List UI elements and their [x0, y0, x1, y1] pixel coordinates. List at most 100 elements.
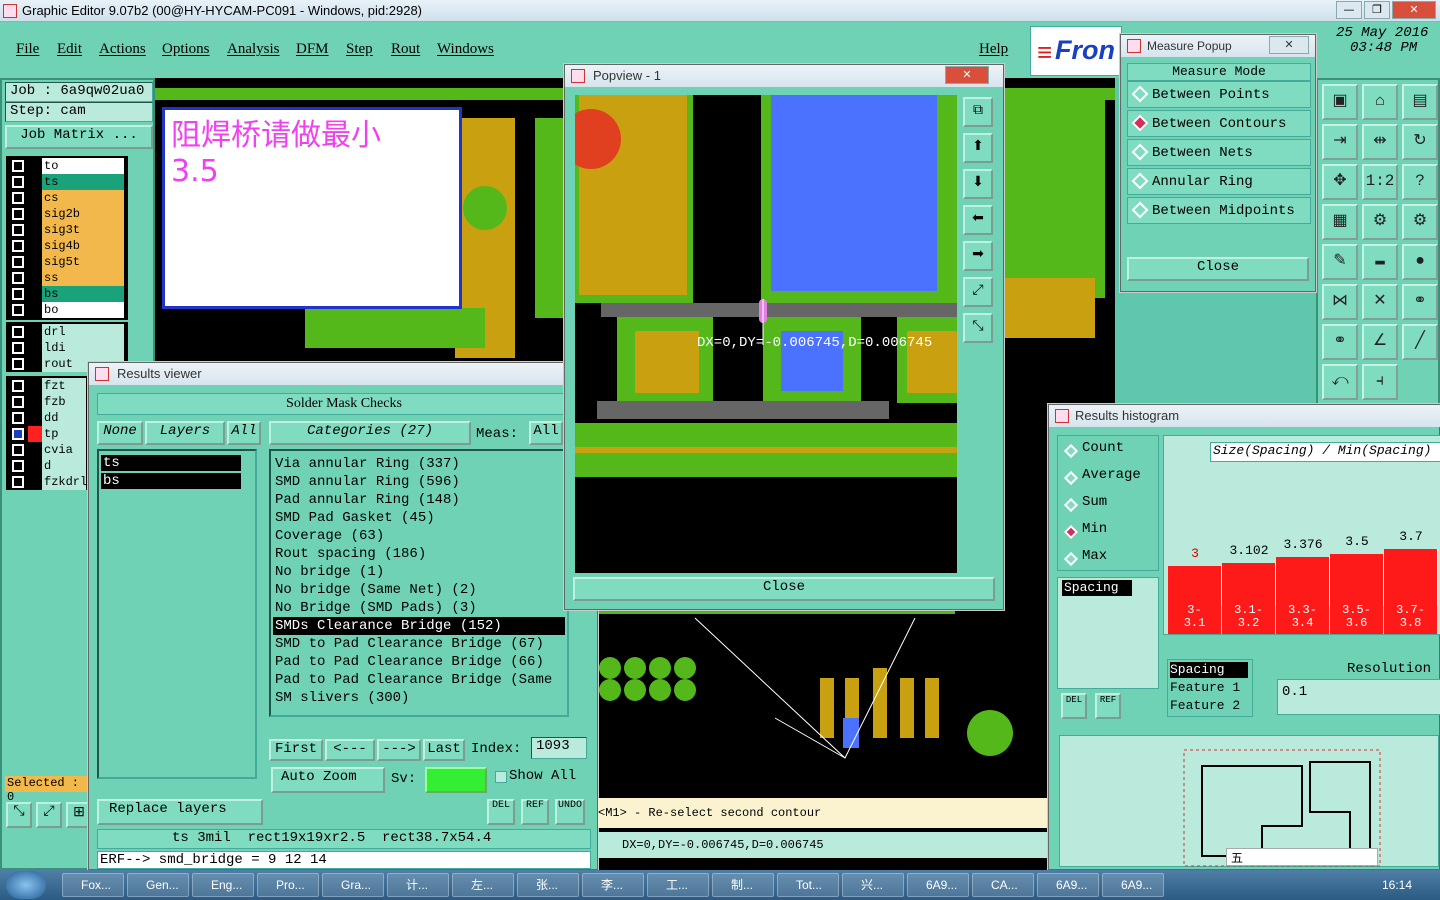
- layer-row-fzb[interactable]: fzb: [10, 394, 86, 410]
- sv-color-dropdown[interactable]: [425, 767, 487, 793]
- layer-row-fzt[interactable]: fzt: [10, 378, 86, 394]
- layer-row-fzkdrl[interactable]: fzkdrl: [10, 474, 87, 490]
- layer-checkbox[interactable]: [12, 192, 24, 204]
- category-item[interactable]: Pad to Pad Clearance Bridge (Same: [273, 671, 565, 689]
- snap-icon[interactable]: ⚙: [1362, 204, 1398, 240]
- move-icon[interactable]: ✥: [1322, 164, 1358, 200]
- layer-name[interactable]: tp: [42, 426, 86, 442]
- layer-checkbox[interactable]: [12, 476, 24, 488]
- snap2-icon[interactable]: ⚙: [1402, 204, 1438, 240]
- expand-icon[interactable]: ⤢: [963, 277, 993, 307]
- grid-icon[interactable]: ▦: [1322, 204, 1358, 240]
- menu-edit[interactable]: Edit: [57, 41, 82, 58]
- taskbar-item[interactable]: 6A9...: [1102, 873, 1164, 897]
- layer-checkbox[interactable]: [12, 412, 24, 424]
- shrink-icon[interactable]: ⤡: [963, 313, 993, 343]
- layer-row-drl[interactable]: drl: [10, 324, 124, 340]
- category-item[interactable]: SMDs Clearance Bridge (152): [273, 617, 565, 635]
- rotate-icon[interactable]: ↻: [1402, 124, 1438, 160]
- stat-option-count[interactable]: Count: [1082, 440, 1124, 456]
- categories-button[interactable]: Categories (27): [269, 421, 471, 445]
- radio-diamond-icon[interactable]: [1063, 470, 1079, 486]
- category-item[interactable]: Pad to Pad Clearance Bridge (66): [273, 653, 565, 671]
- layer-checkbox[interactable]: [12, 358, 24, 370]
- layer-row-to[interactable]: to: [10, 158, 124, 174]
- arc-icon[interactable]: ⤺: [1322, 364, 1358, 400]
- histogram-bar[interactable]: [1168, 566, 1222, 606]
- layer-result-item[interactable]: bs: [101, 473, 241, 489]
- layer-row-bs[interactable]: bs: [10, 286, 124, 302]
- first-button[interactable]: First: [269, 739, 323, 761]
- feature-list-item[interactable]: Feature 1: [1170, 680, 1240, 695]
- layer-checkbox[interactable]: [12, 240, 24, 252]
- feature-list-item[interactable]: Feature 2: [1170, 698, 1240, 713]
- popview-close-icon[interactable]: ✕: [945, 66, 989, 84]
- up-icon[interactable]: ⬆: [963, 133, 993, 163]
- layer-row-d[interactable]: d: [10, 458, 86, 474]
- dot-icon[interactable]: ●: [1402, 244, 1438, 280]
- cross-icon[interactable]: ✕: [1362, 284, 1398, 320]
- layer-row-bo[interactable]: bo: [10, 302, 124, 318]
- last-button[interactable]: Last: [423, 739, 465, 761]
- mirror-icon[interactable]: ⇹: [1362, 124, 1398, 160]
- show-all-checkbox[interactable]: [495, 771, 507, 783]
- layer-name[interactable]: ss: [42, 270, 124, 286]
- radio-diamond-icon[interactable]: [1063, 551, 1079, 567]
- layers-button[interactable]: Layers: [145, 421, 225, 445]
- menu-rout[interactable]: Rout: [391, 41, 420, 58]
- home-icon[interactable]: ⌂: [1362, 84, 1398, 120]
- net-icon[interactable]: ⋈: [1322, 284, 1358, 320]
- menu-actions[interactable]: Actions: [99, 41, 146, 58]
- layer-row-ldi[interactable]: ldi: [10, 340, 124, 356]
- line2-icon[interactable]: ╱: [1402, 324, 1438, 360]
- stat-option-min[interactable]: Min: [1082, 521, 1107, 537]
- menu-help[interactable]: Help: [979, 41, 1008, 58]
- layer-checkbox[interactable]: [12, 342, 24, 354]
- layer-name[interactable]: fzkdrl: [42, 474, 87, 490]
- menu-windows[interactable]: Windows: [437, 41, 494, 58]
- taskbar-item[interactable]: 张...: [517, 873, 579, 897]
- category-item[interactable]: No Bridge (SMD Pads) (3): [273, 599, 565, 617]
- measure-option[interactable]: Between Contours: [1127, 110, 1311, 137]
- popview-canvas[interactable]: DX=0,DY=-0.006745,D=0.006745: [561, 95, 961, 573]
- undo-button[interactable]: UNDO: [555, 799, 585, 825]
- layer-name[interactable]: sig5t: [42, 254, 124, 270]
- histogram-bar[interactable]: [1222, 563, 1276, 606]
- layer-checkbox[interactable]: [12, 288, 24, 300]
- replace-layers-dropdown[interactable]: Replace layers: [97, 799, 263, 825]
- radio-diamond-icon[interactable]: [1131, 201, 1149, 219]
- histogram-del-button[interactable]: DEL: [1061, 693, 1087, 719]
- start-button[interactable]: [6, 871, 46, 899]
- scale-icon[interactable]: 1:2: [1362, 164, 1398, 200]
- layer-checkbox[interactable]: [12, 396, 24, 408]
- category-item[interactable]: Coverage (63): [273, 527, 565, 545]
- layers-all-button[interactable]: All: [227, 421, 261, 445]
- layer-row-dd[interactable]: dd: [10, 410, 86, 426]
- category-item[interactable]: Pad annular Ring (148): [273, 491, 565, 509]
- layer-name[interactable]: fzt: [42, 378, 86, 394]
- link-icon[interactable]: ⚭: [1402, 284, 1438, 320]
- layer-name[interactable]: ts: [42, 174, 124, 190]
- taskbar-item[interactable]: 左...: [452, 873, 514, 897]
- layout-icon[interactable]: ▤: [1402, 84, 1438, 120]
- histogram-bar[interactable]: [1276, 557, 1330, 606]
- measure-option[interactable]: Between Nets: [1127, 139, 1311, 166]
- layer-name[interactable]: d: [42, 458, 86, 474]
- popview-close-button[interactable]: Close: [573, 577, 995, 601]
- prev-button[interactable]: <---: [325, 739, 375, 761]
- taskbar-item[interactable]: Tot...: [777, 873, 839, 897]
- split-icon[interactable]: ⫞: [1362, 364, 1398, 400]
- edit-icon[interactable]: ✎: [1322, 244, 1358, 280]
- taskbar-item[interactable]: 工...: [647, 873, 709, 897]
- meas-all-button[interactable]: All: [529, 421, 563, 445]
- measure-close-button[interactable]: Close: [1127, 257, 1309, 281]
- left-icon[interactable]: ⬅: [963, 205, 993, 235]
- save-icon[interactable]: ▣: [1322, 84, 1358, 120]
- index-input[interactable]: 1093: [531, 737, 587, 759]
- layer-row-ts[interactable]: ts: [10, 174, 124, 190]
- menu-analysis[interactable]: Analysis: [227, 41, 280, 58]
- category-item[interactable]: No bridge (Same Net) (2): [273, 581, 565, 599]
- layer-row-ss[interactable]: ss: [10, 270, 124, 286]
- line-icon[interactable]: ∠: [1362, 324, 1398, 360]
- export-icon[interactable]: ⇥: [1322, 124, 1358, 160]
